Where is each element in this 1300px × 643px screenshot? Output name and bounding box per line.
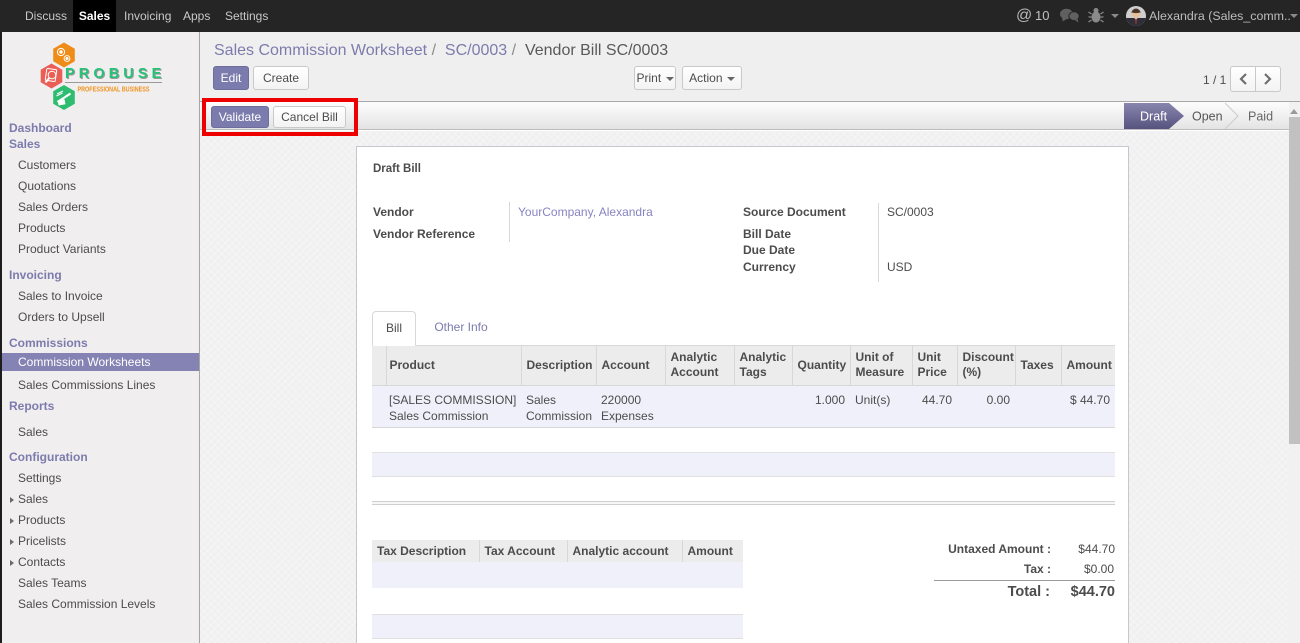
svg-text:PROFESSIONAL BUSINESS: PROFESSIONAL BUSINESS [78, 87, 150, 94]
svg-text:Draft: Draft [1140, 110, 1168, 124]
svg-text:Open: Open [1192, 110, 1223, 124]
svg-text:PROBUSE: PROBUSE [65, 66, 165, 82]
svg-text:Paid: Paid [1248, 110, 1273, 124]
